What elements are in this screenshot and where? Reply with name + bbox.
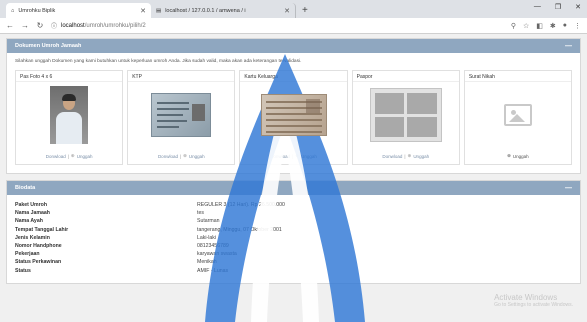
page-content: Dokumen Umroh Jamaah — Silahkan unggah D… (0, 34, 587, 322)
documents-card-header: Dokumen Umroh Jamaah — (7, 39, 580, 53)
image-placeholder-icon (503, 104, 532, 126)
upload-icon: ⊕ (407, 153, 412, 158)
upload-icon: ⊕ (70, 153, 75, 158)
menu-icon[interactable]: ⋮ (574, 22, 581, 30)
download-link[interactable]: Donwload (270, 154, 290, 159)
favicon-icon: ▤ (156, 7, 162, 14)
browser-tab-active[interactable]: ⌂ Umrohku Biplik ✕ (6, 3, 151, 18)
close-tab-icon[interactable]: ✕ (284, 7, 290, 15)
biodata-value: karyawan swasta (197, 251, 237, 258)
biodata-label: Nomor Handphone (15, 243, 62, 250)
document-title: Paspor (352, 71, 459, 82)
biodata-label: Pekerjaan (15, 251, 40, 258)
extension-icon[interactable]: ◧ (536, 22, 543, 30)
biodata-value: REGULER 3 (12 Hari). Rp 26.500.000 (197, 202, 285, 208)
url-host: localhost (61, 22, 85, 29)
upload-link[interactable]: Unggah (77, 154, 93, 159)
close-tab-icon[interactable]: ✕ (140, 7, 146, 15)
document-actions: ⊕ Unggah (465, 148, 571, 164)
activate-windows-title: Activate Windows (494, 293, 558, 302)
extension-icons: ⚲ ☆ ◧ ✱ ● ⋮ (511, 22, 581, 30)
document-pas-foto: Pas Foto 4 x 6 Donwload | ⊕ Unggah (15, 70, 124, 165)
upload-link[interactable]: Unggah (301, 154, 317, 159)
star-icon[interactable]: ☆ (523, 22, 529, 30)
download-link[interactable]: Donwload (382, 154, 402, 159)
collapse-icon[interactable]: — (565, 43, 572, 50)
url-path: /umroh/umrohku/pilih/2 (84, 22, 146, 29)
reload-icon[interactable]: ↻ (36, 21, 44, 30)
new-tab-button[interactable]: + (296, 3, 314, 18)
biodata-card-header: Biodata — (7, 181, 580, 195)
collapse-icon[interactable]: — (565, 185, 572, 192)
download-link[interactable]: Donwload (158, 154, 178, 159)
upload-link[interactable]: Unggah (413, 154, 429, 159)
document-kartu-keluarga: Kartu Keluarga Donwload | ⊕ Unggah (239, 70, 348, 165)
document-paspor: Paspor Donwload | ⊕ Unggah (351, 70, 460, 165)
document-title: Pas Foto 4 x 6 (16, 71, 123, 82)
biodata-value: Sutarman (197, 218, 220, 225)
maximize-window-icon[interactable]: ❐ (555, 3, 561, 11)
biodata-value: 08123456789 (197, 243, 229, 250)
biodata-label: Nama Jamaah (15, 210, 50, 217)
biodata-value: Laki-laki (197, 234, 217, 241)
upload-instruction: Silahkan unggah Dokumen yang kami butuhk… (15, 59, 302, 64)
browser-tab-inactive[interactable]: ▤ localhost / 127.0.0.1 / amwena / i ✕ (151, 3, 296, 18)
paspor-image[interactable] (369, 88, 442, 142)
document-surat-nikah: Surat Nikah ⊕ Unggah (463, 70, 573, 165)
biodata-label: Nama Ayah (15, 218, 43, 225)
biodata-value: tes (197, 210, 204, 217)
documents-card-title: Dokumen Umroh Jamaah (15, 43, 82, 49)
biodata-label: Status (15, 267, 31, 274)
info-icon[interactable]: ⓘ (51, 21, 57, 30)
biodata-table: Paket Umroh REGULER 3 (12 Hari). Rp 26.5… (15, 201, 572, 275)
upload-link[interactable]: Unggah (189, 154, 205, 159)
download-link[interactable]: Donwload (46, 154, 66, 159)
url-field[interactable]: ⓘ localhost/umroh/umrohku/pilih/2 (51, 21, 504, 31)
upload-link[interactable]: Unggah (513, 154, 529, 159)
document-ktp: KTP Donwload | ⊕ Unggah (127, 70, 236, 165)
tab-title: Umrohku Biplik (18, 7, 56, 14)
document-title: Surat Nikah (464, 71, 572, 82)
puzzle-icon[interactable]: ✱ (550, 22, 556, 30)
close-window-icon[interactable]: ✕ (575, 3, 581, 11)
document-actions: Donwload | ⊕ Unggah (45, 153, 93, 159)
biodata-card: Biodata — Paket Umroh REGULER 3 (12 Hari… (6, 180, 581, 284)
biodata-label: Jenis Kelamin (15, 234, 50, 241)
profile-icon[interactable]: ● (563, 22, 567, 30)
biodata-card-title: Biodata (15, 185, 36, 191)
biodata-label: Tempat Tanggal Lahir (15, 226, 69, 233)
back-icon[interactable]: ← (6, 21, 14, 30)
minimize-window-icon[interactable]: — (534, 3, 541, 11)
favicon-icon: ⌂ (11, 7, 15, 14)
address-bar: ← → ↻ ⓘ localhost/umroh/umrohku/pilih/2 … (0, 18, 587, 34)
biodata-value: tangerang, Minggu, 07 Oktober 2001 (197, 226, 282, 233)
window-controls: — ❐ ✕ (534, 3, 581, 11)
document-title: Kartu Keluarga (240, 71, 347, 82)
biodata-value: Menikah (197, 259, 217, 266)
activate-windows-watermark: Activate Windows Go to Settings to activ… (494, 293, 573, 308)
document-actions: Donwload | ⊕ Unggah (382, 153, 430, 159)
document-actions: Donwload | ⊕ Unggah (157, 153, 205, 159)
kartu-keluarga-image[interactable] (260, 94, 327, 136)
biodata-label: Paket Umroh (15, 202, 47, 208)
pas-foto-image[interactable] (50, 86, 89, 144)
upload-icon: ⊕ (183, 153, 187, 158)
document-actions: Donwload | ⊕ Unggah (270, 153, 317, 159)
document-title: KTP (128, 71, 235, 82)
tab-title: localhost / 127.0.0.1 / amwena / i (165, 7, 246, 14)
upload-icon: ⊕ (507, 153, 511, 158)
biodata-label: Status Perkawinan (15, 259, 62, 266)
browser-tab-strip: ⌂ Umrohku Biplik ✕ ▤ localhost / 127.0.0… (0, 0, 587, 18)
biodata-value: AMIF - Lunas (197, 267, 229, 274)
documents-card: Dokumen Umroh Jamaah — Silahkan unggah D… (6, 38, 581, 174)
ktp-image[interactable] (151, 93, 212, 137)
documents-grid: Pas Foto 4 x 6 Donwload | ⊕ Unggah KTP D… (15, 70, 573, 165)
forward-icon[interactable]: → (21, 21, 29, 30)
activate-windows-subtitle: Go to Settings to activate Windows. (494, 302, 573, 308)
search-icon[interactable]: ⚲ (511, 22, 516, 30)
upload-icon: ⊕ (295, 153, 300, 158)
